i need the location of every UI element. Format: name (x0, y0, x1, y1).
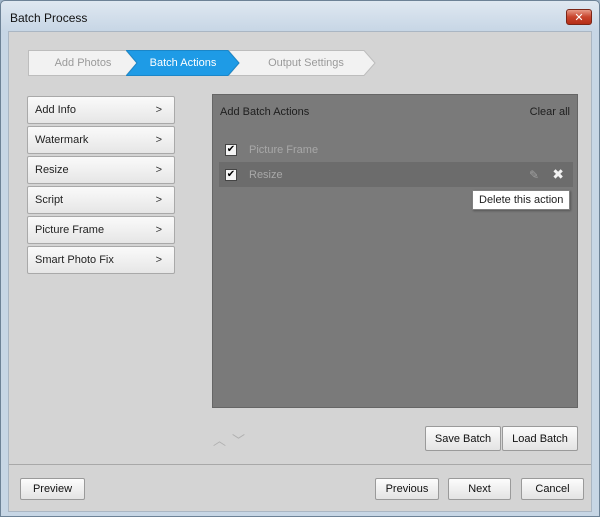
step-add-photos-label: Add Photos (54, 57, 112, 69)
step-bar: Add Photos Output Settings Batch Actions (28, 50, 376, 76)
action-label: Resize (35, 164, 69, 176)
step-output-settings-label: Output Settings (268, 57, 344, 69)
clear-all-link[interactable]: Clear all (530, 106, 570, 118)
step-output-settings[interactable]: Output Settings (228, 50, 376, 76)
batch-action-row[interactable]: ✔ Resize ✎ ✖ (219, 162, 573, 187)
action-add-info-button[interactable]: Add Info > (27, 96, 175, 124)
batch-actions-panel: Add Batch Actions Clear all ✔ Picture Fr… (212, 94, 578, 408)
resize-checkbox[interactable]: ✔ (225, 168, 237, 181)
divider (9, 464, 591, 465)
cancel-button[interactable]: Cancel (521, 478, 584, 500)
chevron-right-icon: > (155, 254, 162, 266)
chevron-right-icon: > (155, 194, 162, 206)
dialog-body: Add Photos Output Settings Batch Actions… (8, 31, 592, 512)
delete-tooltip: Delete this action (472, 190, 571, 210)
panel-title: Add Batch Actions (220, 106, 310, 118)
pencil-icon[interactable]: ✎ (529, 168, 539, 182)
move-down-icon[interactable]: ﹀ (232, 430, 245, 449)
step-batch-actions-label: Batch Actions (149, 57, 217, 69)
delete-icon[interactable]: ✖ (552, 166, 564, 183)
step-batch-actions[interactable]: Batch Actions (126, 50, 240, 76)
action-script-button[interactable]: Script > (27, 186, 175, 214)
close-button[interactable]: ✕ (566, 9, 592, 25)
action-label: Watermark (35, 134, 89, 146)
load-batch-button[interactable]: Load Batch (502, 426, 578, 451)
action-picture-frame-button[interactable]: Picture Frame > (27, 216, 175, 244)
previous-button[interactable]: Previous (375, 478, 439, 500)
move-up-icon[interactable]: ︿ (213, 430, 226, 449)
action-label: Picture Frame (35, 224, 105, 236)
chevron-right-icon: > (155, 164, 162, 176)
batch-action-label: Resize (249, 168, 283, 181)
save-batch-button[interactable]: Save Batch (425, 426, 501, 451)
action-smart-photo-fix-button[interactable]: Smart Photo Fix > (27, 246, 175, 274)
reorder-arrows: ︿ ﹀ (213, 430, 245, 449)
action-watermark-button[interactable]: Watermark > (27, 126, 175, 154)
chevron-right-icon: > (155, 134, 162, 146)
action-resize-button[interactable]: Resize > (27, 156, 175, 184)
action-label: Smart Photo Fix (35, 254, 114, 266)
batch-action-label: Picture Frame (249, 143, 319, 156)
next-button[interactable]: Next (448, 478, 511, 500)
check-icon: ✔ (226, 143, 236, 155)
batch-action-row[interactable]: ✔ Picture Frame (219, 137, 573, 162)
window-title: Batch Process (10, 11, 88, 25)
close-icon: ✕ (574, 11, 584, 24)
action-label: Add Info (35, 104, 76, 116)
check-icon: ✔ (226, 168, 236, 180)
chevron-right-icon: > (155, 224, 162, 236)
title-bar: Batch Process ✕ (1, 1, 599, 31)
step-add-photos[interactable]: Add Photos (28, 50, 138, 76)
action-label: Script (35, 194, 64, 206)
preview-button[interactable]: Preview (20, 478, 85, 500)
picture-frame-checkbox[interactable]: ✔ (225, 143, 237, 156)
batch-process-window: Batch Process ✕ Add Photos Output Settin… (0, 0, 600, 517)
chevron-right-icon: > (155, 104, 162, 116)
action-list: Add Info > Watermark > Resize > Script >… (27, 96, 175, 276)
